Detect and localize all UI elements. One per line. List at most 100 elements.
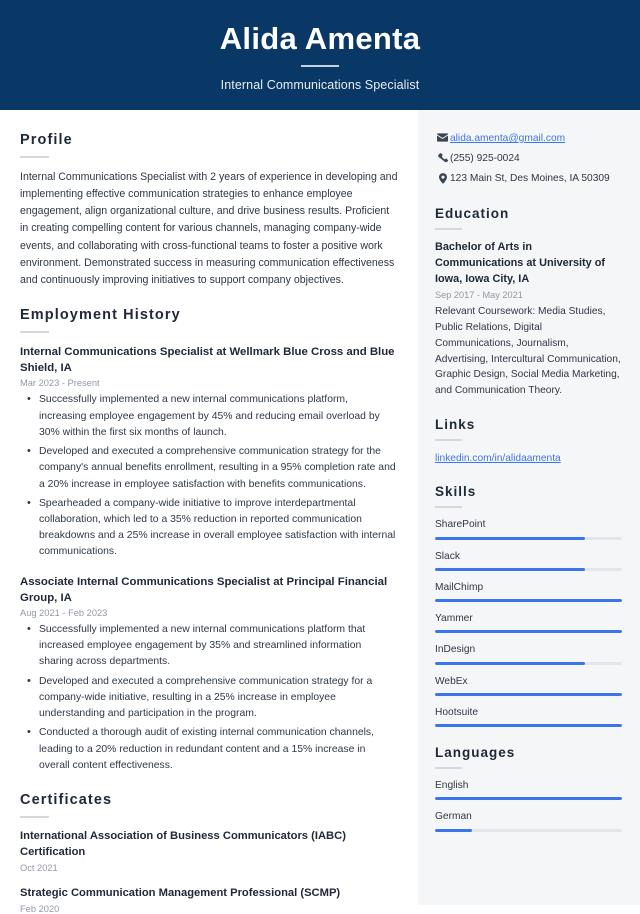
skills-list: SharePoint Slack MailChimp Yammer InDesign We…	[435, 518, 622, 728]
skill-level-track	[435, 724, 622, 728]
job-bullet: Developed and executed a comprehensive c…	[27, 443, 398, 493]
certificates-list: International Association of Business Co…	[20, 829, 398, 914]
skill-label: Yammer	[435, 613, 473, 625]
skill-level-fill	[435, 692, 622, 696]
education-heading: Education	[435, 206, 510, 222]
contact-details: alida.amenta@gmail.com (255) 925-0024 123 …	[435, 132, 622, 186]
skill-level-track	[435, 599, 622, 603]
certificate-entry: Strategic Communication Management Profe…	[20, 886, 398, 914]
main-column: Profile Internal Communications Speciali…	[0, 110, 418, 914]
contact-row: (255) 925-0024	[435, 152, 622, 167]
job-title: Internal Communications Specialist at We…	[20, 346, 395, 375]
section-education: Education Bachelor of Arts in Communicat…	[435, 206, 622, 399]
language-label: German	[435, 811, 472, 823]
skill-level-fill	[435, 661, 585, 665]
skill-item: MailChimp	[435, 581, 622, 603]
employment-heading: Employment History	[20, 307, 181, 324]
skill-level-fill	[435, 536, 585, 540]
certificate-title: Strategic Communication Management Profe…	[20, 886, 341, 899]
links-list: linkedin.com/in/alidaamenta	[435, 451, 622, 466]
skill-item: Yammer	[435, 612, 622, 634]
job-date: Aug 2021 - Feb 2023	[20, 608, 108, 619]
skill-label: InDesign	[435, 644, 476, 656]
certificates-heading-divider	[20, 816, 49, 818]
section-profile: Profile Internal Communications Speciali…	[20, 132, 398, 289]
language-item: English	[435, 779, 622, 801]
job-bullets: Successfully implemented a new internal …	[20, 621, 398, 774]
language-level-fill	[435, 797, 622, 801]
section-employment-history: Employment History Internal Communicatio…	[20, 307, 398, 774]
location-pin-icon	[435, 172, 450, 184]
languages-heading-divider	[435, 767, 462, 770]
job-bullet: Spearheaded a company-wide initiative to…	[27, 495, 398, 561]
links-heading: Links	[435, 416, 476, 432]
languages-heading: Languages	[435, 745, 516, 761]
skill-label: Slack	[435, 550, 460, 562]
skill-level-track	[435, 630, 622, 634]
section-languages: Languages English German	[435, 745, 622, 832]
contact-row: 123 Main St, Des Moines, IA 50309	[435, 172, 622, 187]
skills-heading: Skills	[435, 484, 477, 500]
profile-heading-divider	[20, 156, 49, 158]
skill-label: Hootsuite	[435, 706, 479, 718]
job-bullet: Developed and executed a comprehensive c…	[27, 673, 398, 723]
skill-label: WebEx	[435, 675, 468, 687]
section-links: Links linkedin.com/in/alidaamenta	[435, 417, 622, 466]
skill-level-fill	[435, 599, 622, 603]
skills-heading-divider	[435, 506, 462, 509]
contact-email-link[interactable]: alida.amenta@gmail.com	[450, 132, 565, 147]
certificate-title: International Association of Business Co…	[20, 830, 346, 858]
skill-level-fill	[435, 630, 622, 634]
profile-heading: Profile	[20, 132, 73, 148]
education-date: Sep 2017 - May 2021	[435, 290, 523, 301]
skill-level-track	[435, 661, 622, 665]
language-level-fill	[435, 828, 473, 832]
job-bullet: Successfully implemented a new internal …	[27, 391, 398, 441]
contact-value: (255) 925-0024	[450, 152, 520, 164]
certificates-heading: Certificates	[20, 792, 113, 808]
section-skills: Skills SharePoint Slack MailChimp Yammer InD…	[435, 484, 622, 728]
skill-level-fill	[435, 567, 585, 571]
contact-row: alida.amenta@gmail.com	[435, 132, 622, 147]
skill-label: SharePoint	[435, 519, 486, 531]
skill-item: WebEx	[435, 675, 622, 696]
education-heading-divider	[435, 228, 462, 231]
phone-icon	[435, 152, 450, 163]
certificate-entry: International Association of Business Co…	[20, 829, 398, 873]
resume-body: Profile Internal Communications Speciali…	[0, 110, 640, 914]
job-bullets: Successfully implemented a new internal …	[20, 391, 398, 561]
header-divider	[301, 65, 339, 68]
languages-list: English German	[435, 779, 622, 832]
resume-document: Alida Amenta Internal Communications Spe…	[0, 0, 640, 914]
job-title: Associate Internal Communications Specia…	[20, 575, 388, 604]
education-degree: Bachelor of Arts in Communications at Un…	[435, 241, 606, 286]
job-date: Mar 2023 - Present	[20, 378, 100, 389]
contact-value: 123 Main St, Des Moines, IA 50309	[450, 172, 610, 184]
certificate-date: Feb 2020	[20, 903, 60, 914]
page-title: Alida Amenta	[219, 20, 421, 56]
profile-text: Internal Communications Specialist with …	[20, 171, 398, 286]
profile-link[interactable]: linkedin.com/in/alidaamenta	[435, 451, 622, 466]
resume-header: Alida Amenta Internal Communications Spe…	[0, 0, 640, 110]
skill-level-track	[435, 692, 622, 696]
language-label: English	[435, 780, 469, 792]
language-level-track	[435, 797, 622, 801]
envelope-icon	[435, 132, 450, 142]
language-level-track	[435, 828, 622, 832]
skill-level-track	[435, 567, 622, 571]
skill-item: InDesign	[435, 643, 622, 665]
job-bullet: Successfully implemented a new internal …	[27, 621, 398, 671]
education-description: Relevant Coursework: Media Studies, Publ…	[435, 306, 621, 397]
skill-level-track	[435, 536, 622, 540]
sidebar-column: alida.amenta@gmail.com (255) 925-0024 123 …	[418, 110, 640, 905]
jobs-list: Internal Communications Specialist at We…	[20, 344, 398, 774]
section-certificates: Certificates International Association o…	[20, 792, 398, 914]
certificate-date: Oct 2021	[20, 862, 58, 873]
skill-item: SharePoint	[435, 518, 622, 540]
links-heading-divider	[435, 438, 462, 441]
skill-label: MailChimp	[435, 581, 484, 593]
skill-item: Slack	[435, 550, 622, 571]
skill-item: Hootsuite	[435, 706, 622, 728]
employment-heading-divider	[20, 331, 49, 334]
header-job-title: Internal Communications Specialist	[220, 78, 420, 93]
